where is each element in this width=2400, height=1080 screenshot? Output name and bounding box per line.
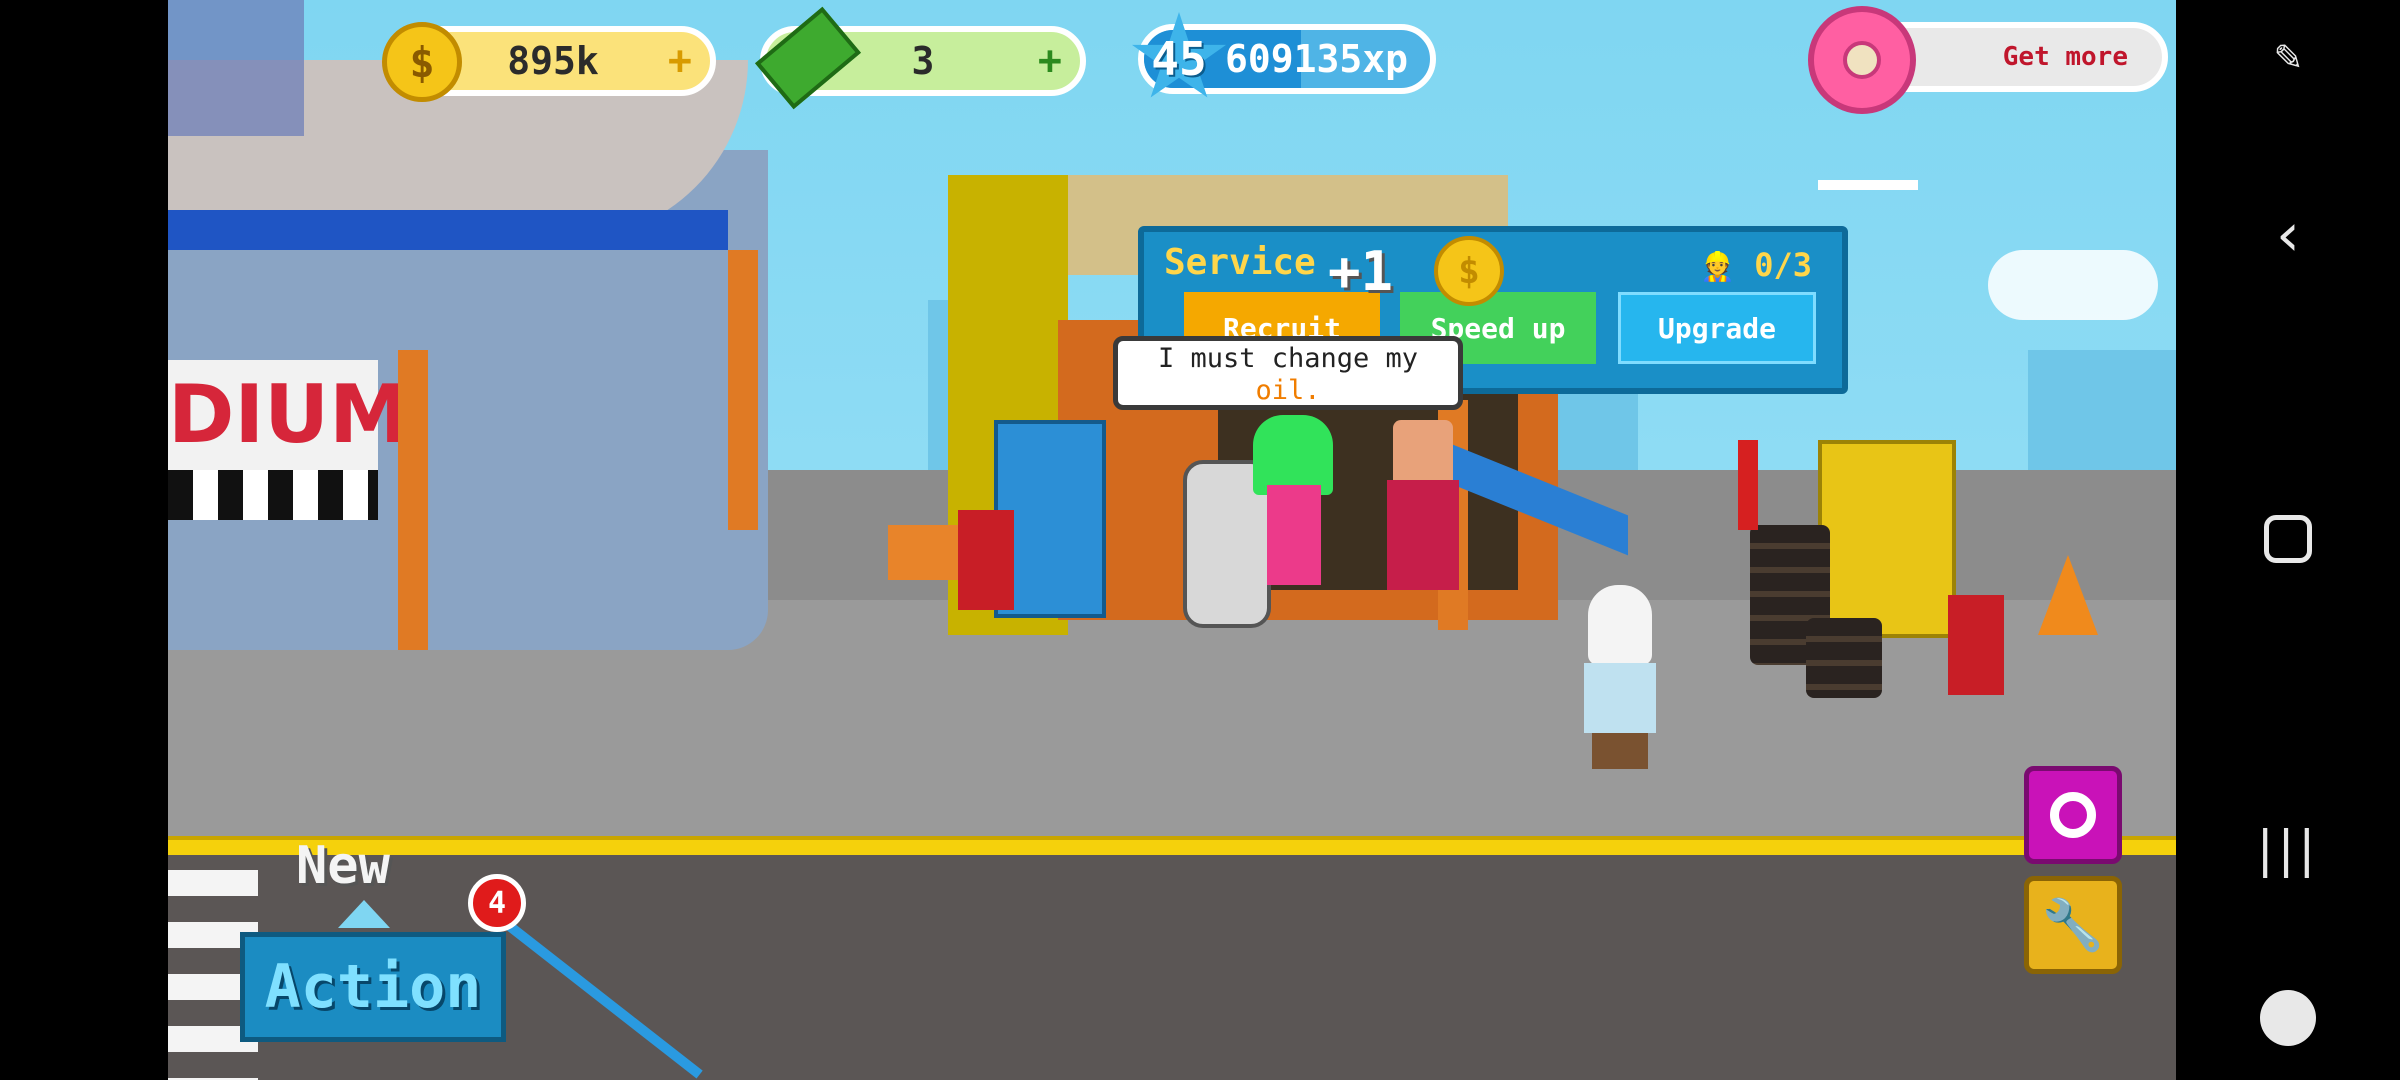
mailbox-red xyxy=(958,510,1014,610)
get-more-label: Get more xyxy=(2002,42,2128,72)
trousers xyxy=(1592,733,1648,769)
ring-button[interactable] xyxy=(2024,766,2122,864)
mechanic-old-man[interactable] xyxy=(1580,585,1660,775)
coin-icon: $ xyxy=(382,22,462,102)
recents-icon[interactable]: ||| xyxy=(2257,820,2320,878)
add-coins-button[interactable]: + xyxy=(668,38,692,84)
reward-popup: +1 xyxy=(1328,240,1394,303)
red-jacket xyxy=(1387,480,1459,590)
cash-value: 3 xyxy=(911,39,935,83)
stadium: DIUM xyxy=(168,60,768,650)
stadium-rim xyxy=(168,210,728,250)
upgrade-button[interactable]: Upgrade xyxy=(1618,292,1816,364)
green-hair xyxy=(1253,415,1333,495)
worker-count-value: 0/3 xyxy=(1754,246,1812,284)
stadium-pillar xyxy=(728,250,758,530)
stadium-pillar xyxy=(398,350,428,650)
ring-icon xyxy=(2050,792,2096,838)
speech-line-1: I must change my xyxy=(1157,343,1419,374)
game-viewport[interactable]: DIUM Service 👷 0/3 Recruit Speed up Upgr… xyxy=(168,0,2176,1080)
planter xyxy=(888,525,958,580)
worker-count: 👷 0/3 xyxy=(1700,246,1812,284)
arrow-up-icon xyxy=(338,900,390,928)
vending-machine-yellow[interactable] xyxy=(1818,440,1956,638)
tire-stack xyxy=(1806,618,1882,698)
coin-icon: $ xyxy=(1434,236,1504,306)
gamepad-icon[interactable] xyxy=(2260,990,2316,1046)
add-cash-button[interactable]: + xyxy=(1038,38,1062,84)
action-button[interactable]: Action xyxy=(240,932,506,1042)
donut-icon xyxy=(1808,6,1916,114)
home-icon[interactable] xyxy=(2264,515,2312,563)
notification-badge: 4 xyxy=(468,874,526,932)
wrench-icon: 🔧 xyxy=(2041,895,2105,954)
white-coat xyxy=(1584,663,1656,733)
minimap-thumbnail[interactable] xyxy=(168,0,304,136)
airplane xyxy=(1818,180,1918,190)
tools-button[interactable]: 🔧 xyxy=(2024,876,2122,974)
fire-extinguisher xyxy=(1738,440,1758,530)
cloud xyxy=(1988,250,2158,320)
worker-icon: 👷 xyxy=(1700,250,1735,283)
speech-bubble: I must change my oil. xyxy=(1113,336,1463,410)
white-hair xyxy=(1588,585,1652,665)
donut-hole xyxy=(1843,41,1881,79)
xp-star-icon: 45 xyxy=(1130,12,1228,106)
checkered-flag-strip xyxy=(168,470,378,520)
mailbox-red xyxy=(1948,595,2004,695)
system-navigation-bar: ✎ ‹ ||| xyxy=(2176,0,2400,1080)
back-icon[interactable]: ‹ xyxy=(2276,200,2300,270)
stadium-sign: DIUM xyxy=(168,368,409,461)
service-title: Service xyxy=(1164,242,1316,283)
coins-value: 895k xyxy=(507,39,599,83)
xp-value: 609135xp xyxy=(1224,37,1408,81)
new-label: New xyxy=(296,836,390,896)
traffic-cone xyxy=(2038,555,2098,635)
speech-line-2: oil. xyxy=(1255,375,1321,406)
pink-outfit xyxy=(1267,485,1321,585)
customer-sunglasses[interactable] xyxy=(1383,420,1463,600)
customer-green-hair[interactable] xyxy=(1253,415,1333,595)
screenshot-tool-icon[interactable]: ✎ xyxy=(2275,30,2302,81)
player-level: 45 xyxy=(1151,32,1207,86)
